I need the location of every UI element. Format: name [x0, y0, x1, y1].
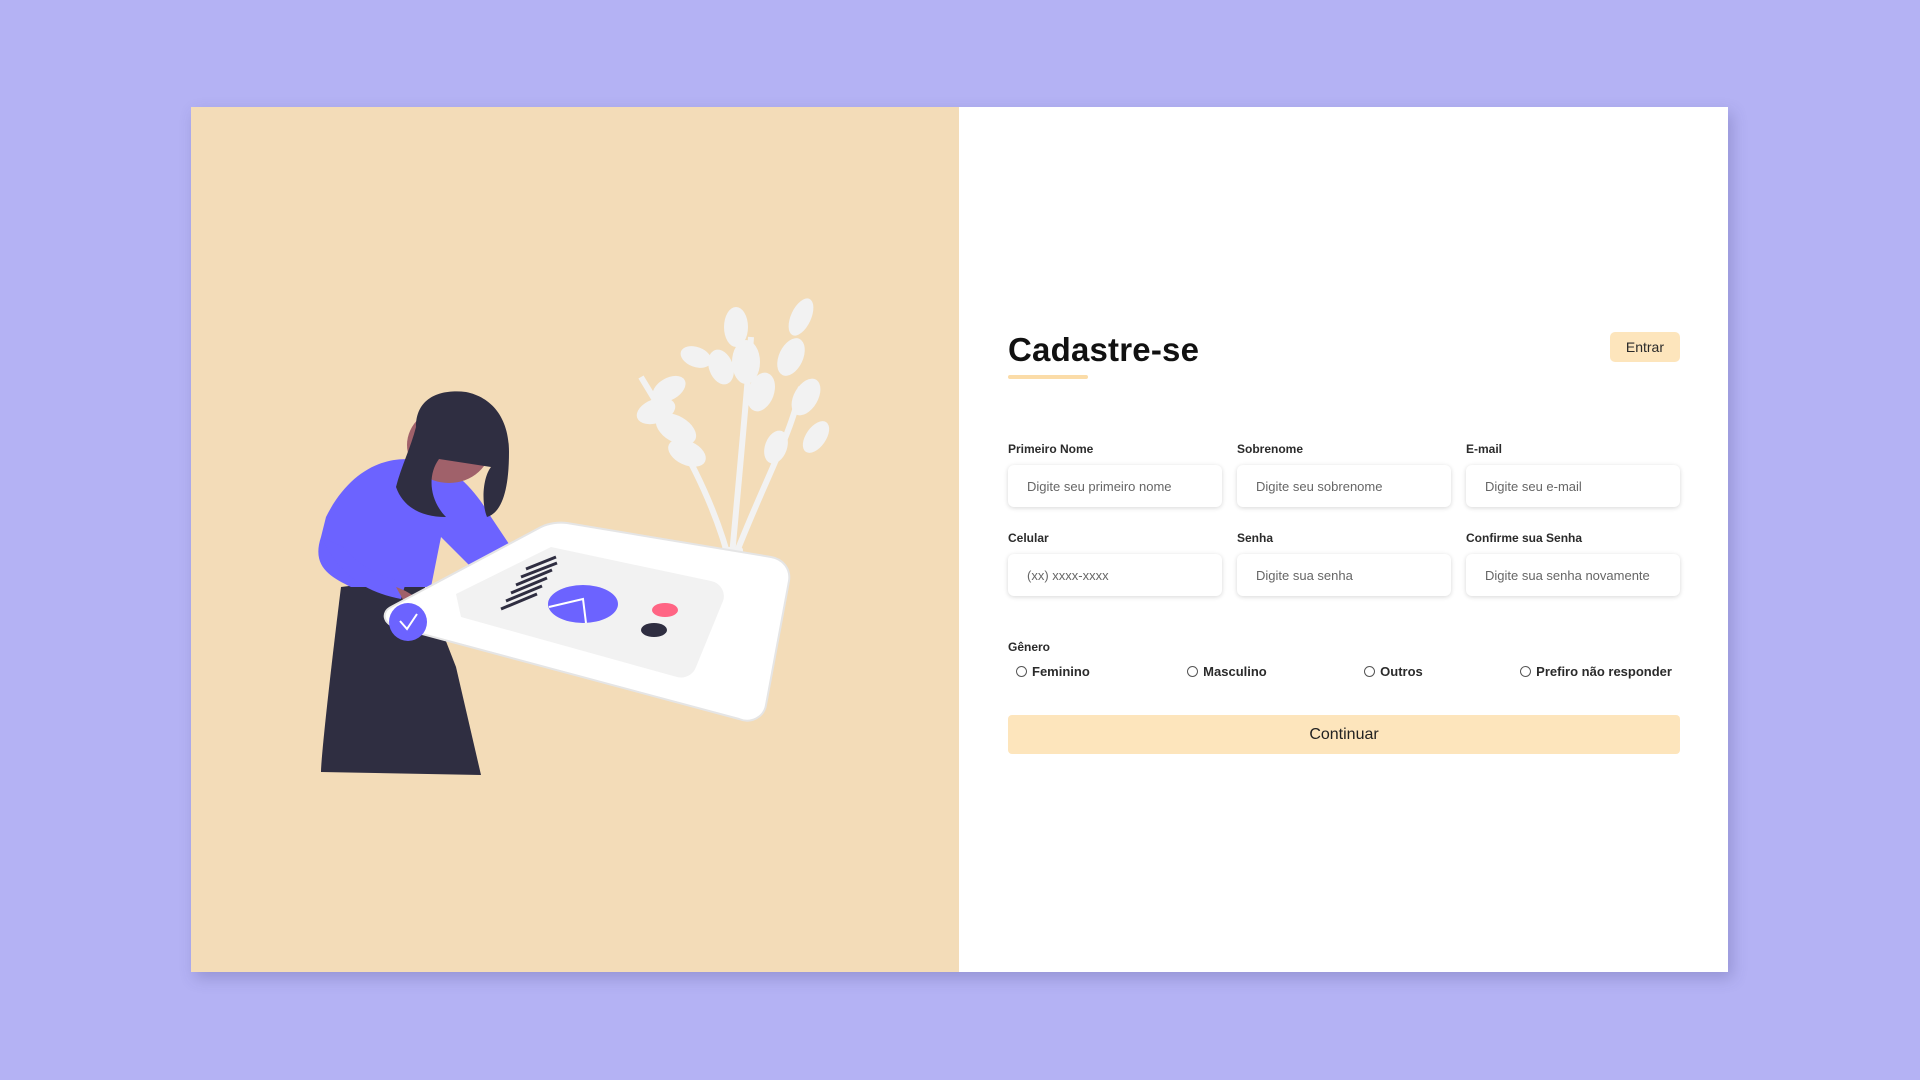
- email-field-group: E-mail: [1466, 442, 1680, 507]
- form-panel: Cadastre-se Entrar Primeiro Nome Sobreno…: [959, 107, 1728, 972]
- plant-decoration: [636, 298, 830, 577]
- password-field-group: Senha: [1237, 531, 1451, 596]
- email-input[interactable]: [1466, 465, 1680, 507]
- password-input[interactable]: [1237, 554, 1451, 596]
- radio-masculino[interactable]: [1187, 666, 1199, 677]
- gender-option-prefiro-nao-responder[interactable]: Prefiro não responder: [1520, 664, 1672, 679]
- email-label: E-mail: [1466, 442, 1503, 456]
- signup-form: Cadastre-se Entrar Primeiro Nome Sobreno…: [1008, 329, 1680, 754]
- first-name-label: Primeiro Nome: [1008, 442, 1094, 456]
- phone-field-group: Celular: [1008, 531, 1222, 596]
- signup-card: Cadastre-se Entrar Primeiro Nome Sobreno…: [191, 107, 1728, 972]
- last-name-input[interactable]: [1237, 465, 1451, 507]
- confirm-password-input[interactable]: [1466, 554, 1680, 596]
- last-name-field-group: Sobrenome: [1237, 442, 1451, 507]
- gender-option-label: Prefiro não responder: [1536, 664, 1672, 679]
- radio-outros[interactable]: [1364, 666, 1376, 677]
- radio-feminino[interactable]: [1016, 666, 1027, 677]
- gender-option-label: Masculino: [1203, 664, 1267, 679]
- confirm-password-field-group: Confirme sua Senha: [1466, 531, 1680, 596]
- phone-input[interactable]: [1008, 554, 1222, 596]
- confirm-password-label: Confirme sua Senha: [1466, 531, 1583, 545]
- first-name-input[interactable]: [1008, 465, 1222, 507]
- woman-with-tablet-illustration: [318, 298, 830, 775]
- phone-label: Celular: [1008, 531, 1049, 545]
- gender-section: Gênero Feminino Masculino Outros Prefiro…: [1008, 640, 1680, 679]
- gender-options: Feminino Masculino Outros Prefiro não re…: [1008, 664, 1680, 679]
- fields-grid: Primeiro Nome Sobrenome E-mail Celular S…: [1008, 442, 1680, 596]
- gender-option-masculino[interactable]: Masculino: [1187, 664, 1267, 679]
- title-underline: [1008, 375, 1088, 379]
- gender-option-outros[interactable]: Outros: [1364, 664, 1423, 679]
- gender-label: Gênero: [1008, 640, 1051, 654]
- last-name-label: Sobrenome: [1237, 442, 1304, 456]
- first-name-field-group: Primeiro Nome: [1008, 442, 1222, 507]
- gender-option-label: Outros: [1380, 664, 1423, 679]
- checkmark-circle-icon: [389, 603, 427, 641]
- continue-button[interactable]: Continuar: [1008, 715, 1680, 754]
- login-button[interactable]: Entrar: [1609, 332, 1680, 362]
- gender-option-label: Feminino: [1032, 664, 1090, 679]
- illustration-panel: [191, 107, 959, 972]
- password-label: Senha: [1237, 531, 1274, 545]
- radio-prefiro-nao-responder[interactable]: [1520, 666, 1532, 677]
- form-header: Cadastre-se Entrar: [1008, 329, 1680, 389]
- page-title: Cadastre-se: [1008, 331, 1200, 368]
- gender-option-feminino[interactable]: Feminino: [1016, 664, 1090, 679]
